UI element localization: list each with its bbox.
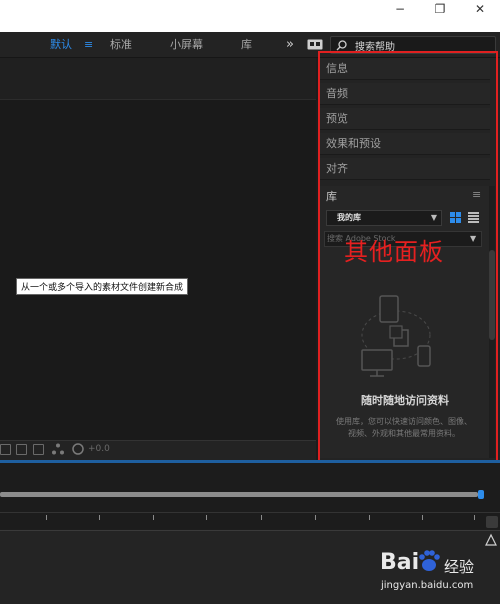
- time-ruler-tick: [261, 515, 262, 520]
- time-ruler-tick: [99, 515, 100, 520]
- search-icon: [336, 40, 347, 51]
- overflow-chevron-icon[interactable]: »: [286, 32, 294, 58]
- workspace-menu-icon[interactable]: ≡: [84, 32, 93, 58]
- minimize-icon: −: [394, 2, 406, 16]
- time-ruler-tick: [422, 515, 423, 520]
- time-ruler-tick: [474, 515, 475, 520]
- time-ruler-tick: [315, 515, 316, 520]
- window-titlebar: − ❐ ✕: [0, 0, 500, 32]
- restore-button[interactable]: ❐: [420, 0, 460, 18]
- annotation-label: 其他面板: [344, 238, 444, 266]
- minimize-button[interactable]: −: [380, 0, 420, 18]
- workspace-tab-library[interactable]: 库: [241, 32, 252, 58]
- workspace-tab-standard[interactable]: 标准: [110, 32, 132, 58]
- restore-icon: ❐: [434, 2, 446, 16]
- flowchart-icon[interactable]: [52, 443, 64, 455]
- pan-behind-icon[interactable]: [484, 533, 498, 547]
- time-ruler-tick: [206, 515, 207, 520]
- exposure-value[interactable]: +0.0: [88, 444, 110, 454]
- time-ruler-tick: [369, 515, 370, 520]
- work-area-end-handle[interactable]: [478, 490, 484, 499]
- transparency-grid-icon[interactable]: [33, 444, 44, 455]
- watermark-url: jingyan.baidu.com: [381, 580, 474, 591]
- watermark-logo-text: Bai: [380, 550, 420, 575]
- timeline-zoom-icon[interactable]: [486, 516, 498, 528]
- watermark-brand-cn: 经验: [444, 558, 475, 576]
- work-area-bar[interactable]: [0, 492, 478, 497]
- close-button[interactable]: ✕: [460, 0, 500, 18]
- color-management-icon[interactable]: [72, 443, 84, 455]
- close-icon: ✕: [474, 2, 486, 16]
- baidu-paw-logo-icon: [419, 550, 440, 571]
- time-ruler-tick: [46, 515, 47, 520]
- composition-header: [0, 58, 316, 100]
- new-composition-tooltip[interactable]: 从一个或多个导入的素材文件创建新合成: [16, 278, 189, 295]
- snapshot-icon[interactable]: [0, 444, 11, 455]
- composition-viewer[interactable]: [0, 58, 316, 440]
- workspace-tab-default[interactable]: 默认: [50, 32, 72, 58]
- time-ruler: [0, 512, 500, 513]
- composition-toolbar: [0, 440, 316, 460]
- time-ruler-tick: [153, 515, 154, 520]
- sync-settings-icon[interactable]: [307, 39, 323, 50]
- region-of-interest-icon[interactable]: [16, 444, 27, 455]
- workspace-tab-small-screen[interactable]: 小屏幕: [170, 32, 203, 58]
